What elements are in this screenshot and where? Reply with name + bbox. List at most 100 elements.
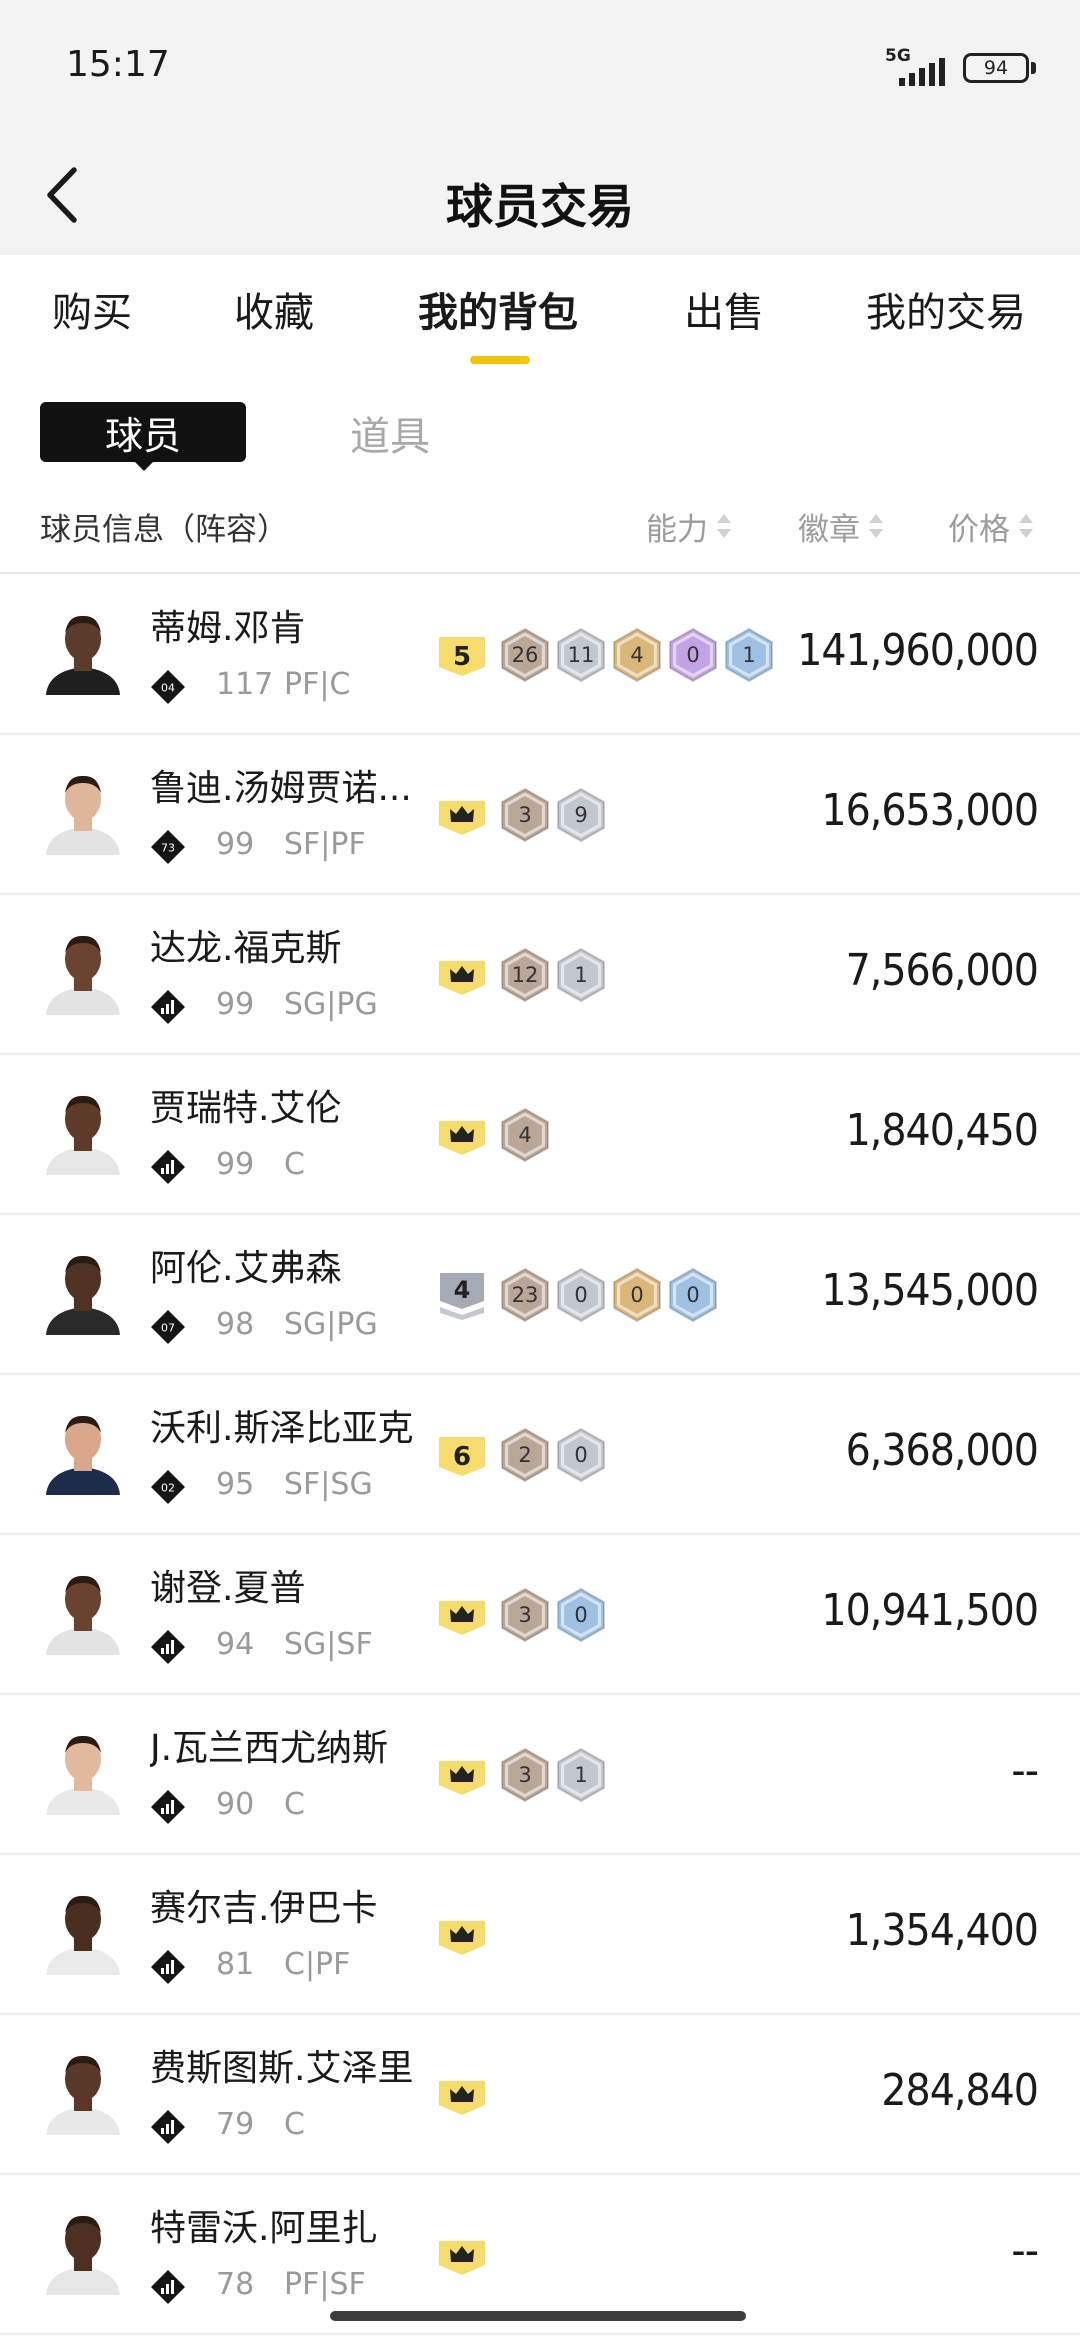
player-row[interactable]: 贾瑞特.艾伦 99 C 4 1,840,450 [0,1055,1080,1215]
player-position: SG|SF [284,1627,373,1662]
badge-list [436,2225,494,2285]
player-row[interactable]: 蒂姆.邓肯 04 117 PF|C 5 26 11 4 0 1 141,960,000 [0,575,1080,735]
player-price: 7,566,000 [845,945,1039,996]
crown-icon [436,2229,488,2281]
player-rating: 95 [216,1467,255,1502]
player-price: 284,840 [881,2065,1039,2116]
player-position: SF|SG [284,1467,373,1502]
subtab-pointer [134,461,154,471]
tier-diamond-icon [150,1789,186,1825]
top-bar: 15:17 5G 94 球员交易 [0,0,1080,255]
crown-icon [436,2069,488,2121]
badge-bronze-icon: 3 [500,1747,550,1803]
player-position: PF|SF [284,2267,366,2302]
active-tab-indicator [470,356,530,364]
badge-bronze-icon: 3 [500,787,550,843]
tier-diamond-icon: 73 [150,829,186,865]
badge-gold-icon: 4 [612,627,662,683]
badge-count: 3 [518,1763,531,1787]
badge-blue-icon: 1 [724,627,774,683]
player-avatar [38,925,128,1015]
page-title: 球员交易 [446,180,634,235]
player-row[interactable]: 谢登.夏普 94 SG|SF 3 0 10,941,500 [0,1535,1080,1695]
badge-silver-icon: 0 [556,1427,606,1483]
player-row[interactable]: 赛尔吉.伊巴卡 81 C|PF 1,354,400 [0,1855,1080,2015]
badge-count: 0 [686,1283,699,1307]
badge-bronze-icon: 26 [500,627,550,683]
player-avatar [38,765,128,855]
sort-price[interactable]: 价格 [948,504,1034,549]
player-price: 141,960,000 [797,625,1039,676]
tab-favorites[interactable]: 收藏 [234,280,314,338]
player-rating: 81 [216,1947,255,1982]
tab-buy[interactable]: 购买 [52,280,132,338]
badge-silver-icon: 9 [556,787,606,843]
player-name: 费斯图斯.艾泽里 [150,2048,414,2089]
tab-sell[interactable]: 出售 [684,280,764,338]
tier-diamond-icon [150,1949,186,1985]
sort-icon [868,512,884,542]
badge-bronze-icon: 12 [500,947,550,1003]
badge-count: 12 [512,963,539,987]
tier-diamond-icon [150,2109,186,2145]
tier-diamond-icon [150,2269,186,2305]
player-rating: 94 [216,1627,255,1662]
player-list: 蒂姆.邓肯 04 117 PF|C 5 26 11 4 0 1 141,960,000 鲁迪.汤姆贾诺… [0,575,1080,2335]
badge-bronze-icon: 23 [500,1267,550,1323]
badge-count: 3 [518,1603,531,1627]
subtab-items[interactable]: 道具 [350,404,430,462]
tier-diamond-icon [150,1629,186,1665]
player-name: J.瓦兰西尤纳斯 [150,1728,389,1769]
status-icons: 5G 94 [885,46,1036,88]
badge-count: 2 [518,1443,531,1467]
player-name: 贾瑞特.艾伦 [150,1088,342,1129]
player-name: 赛尔吉.伊巴卡 [150,1888,378,1929]
player-name: 谢登.夏普 [150,1568,306,1609]
badge-count: 4 [630,643,643,667]
player-row[interactable]: 费斯图斯.艾泽里 79 C 284,840 [0,2015,1080,2175]
player-rating: 98 [216,1307,255,1342]
level-number: 5 [453,642,471,672]
player-price: 6,368,000 [845,1425,1039,1476]
player-name: 特雷沃.阿里扎 [150,2208,378,2249]
player-avatar [38,1885,128,1975]
badge-count: 26 [512,643,539,667]
badge-count: 0 [630,1283,643,1307]
badge-silver-icon: 11 [556,627,606,683]
badge-count: 11 [568,643,595,667]
sort-badges[interactable]: 徽章 [798,504,884,549]
player-row[interactable]: 沃利.斯泽比亚克 02 95 SF|SG 6 2 0 6,368,000 [0,1375,1080,1535]
player-rating: 79 [216,2107,255,2142]
player-row[interactable]: J.瓦兰西尤纳斯 90 C 3 1 -- [0,1695,1080,1855]
badge-bronze-icon: 2 [500,1427,550,1483]
crown-icon [436,949,488,1001]
tier-diamond-icon: 04 [150,669,186,705]
home-indicator[interactable] [330,2311,746,2321]
player-avatar [38,2205,128,2295]
header-player-info: 球员信息（阵容） [40,512,288,548]
tab-my-trades[interactable]: 我的交易 [866,280,1026,338]
badge-list: 12 1 [436,945,606,1005]
player-row[interactable]: 达龙.福克斯 99 SG|PG 12 1 7,566,000 [0,895,1080,1055]
badge-count: 4 [518,1123,531,1147]
badge-count: 9 [574,803,587,827]
badge-list: 30 [436,1585,606,1645]
sort-ability[interactable]: 能力 [646,504,732,549]
level-number: 4 [454,1276,471,1304]
badge-silver-icon: 1 [556,947,606,1003]
badge-count: 23 [512,1283,539,1307]
header-ability: 能力 [646,512,708,548]
badge-list: 5 26 11 4 0 1 [436,625,774,685]
player-row[interactable]: 阿伦.艾弗森 07 98 SG|PG 4 23 0 0 0 13,545,000 [0,1215,1080,1375]
tab-my-bag[interactable]: 我的背包 [418,280,578,338]
signal-icon: 5G [885,46,949,86]
crown-icon [436,789,488,841]
player-row[interactable]: 鲁迪.汤姆贾诺... 73 99 SF|PF 3 9 16,653,000 [0,735,1080,895]
badge-gold-icon: 0 [612,1267,662,1323]
badge-count: 1 [574,1763,587,1787]
subtab-players[interactable]: 球员 [40,402,246,462]
badge-count: 0 [574,1283,587,1307]
tier-number: 02 [161,1482,175,1495]
player-avatar [38,1725,128,1815]
level-number: 6 [453,1442,471,1472]
